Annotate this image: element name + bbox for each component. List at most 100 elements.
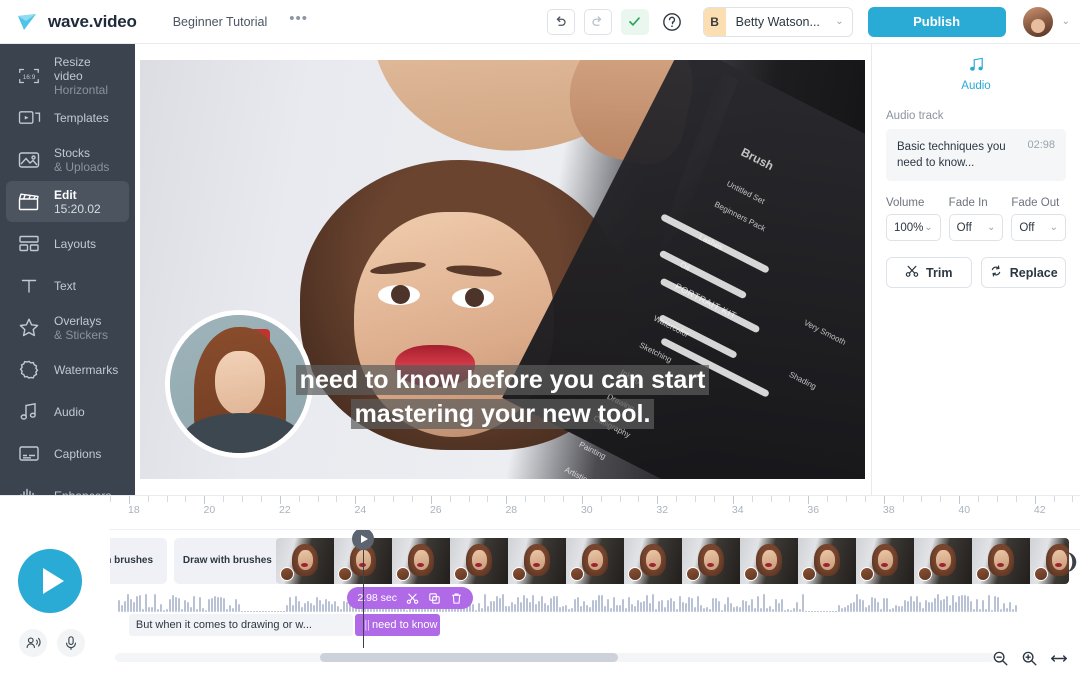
ruler-tick [487,496,488,502]
user-initial-badge: B [704,8,726,36]
redo-button[interactable] [584,9,612,35]
help-button[interactable] [658,9,686,35]
ruler-tick [318,496,319,502]
ruler-tick [525,496,526,502]
user-selector[interactable]: B Betty Watson... ⌄ [703,7,853,37]
publish-button[interactable]: Publish [868,7,1006,37]
sidebar-item-resize-video[interactable]: 16:9 Resize video Horizontal [6,55,129,96]
sidebar-label: Edit [54,188,101,202]
fit-width-icon[interactable] [1050,651,1068,666]
captions-icon [16,441,42,467]
ruler-tick [752,496,753,502]
ruler-tick-label: 40 [958,504,970,516]
chevron-down-icon: ⌄ [1050,222,1058,233]
account-avatar[interactable] [1023,7,1053,37]
timeline-ruler[interactable]: 18202224262830323436384042 [110,496,1080,530]
caption-clip[interactable]: But when it comes to drawing or w... [129,614,353,636]
sidebar-sublabel: & Stickers [54,328,108,342]
volume-select[interactable]: 100% ⌄ [886,214,941,241]
replace-audio-button[interactable]: Replace [981,257,1067,288]
text-clip[interactable]: aw with brushes [110,538,167,584]
ruler-tick-label: 26 [430,504,442,516]
sidebar-item-stocks-uploads[interactable]: Stocks & Uploads [6,139,129,180]
chevron-down-icon: ⌄ [924,222,932,233]
video-thumbnail-frame [624,538,682,584]
brand-name: wave.video [48,12,137,32]
ruler-tick [544,496,545,502]
video-thumbnail-frame [914,538,972,584]
sidebar-item-overlays-stickers[interactable]: Overlays & Stickers [6,307,129,348]
ruler-tick [1016,496,1017,502]
sidebar-sublabel: & Uploads [54,160,109,174]
clip-selection-toolbar[interactable]: 2.98 sec [347,587,473,609]
chevron-down-icon: ⌄ [835,16,843,27]
audio-track-card[interactable]: Basic techniques you need to know... 02:… [886,129,1066,181]
fade-out-select[interactable]: Off ⌄ [1011,214,1066,241]
caption-clip-selected[interactable]: ||need to know bef..|| [355,614,440,636]
ruler-tick [148,496,149,502]
ruler-tick [884,496,885,504]
ruler-tick [921,496,922,502]
music-note-icon [886,56,1066,78]
sidebar-sublabel: Horizontal [54,83,119,97]
saved-status-button[interactable] [621,9,649,35]
play-button[interactable] [18,549,82,613]
audio-waveform-track[interactable] [110,590,1080,612]
trim-audio-button[interactable]: Trim [886,257,972,288]
ruler-tick-label: 24 [354,504,366,516]
ruler-tick [185,496,186,502]
ruler-tick-label: 36 [807,504,819,516]
panel-tab-audio[interactable]: Audio [886,56,1066,92]
split-clip-button[interactable] [406,592,419,605]
ruler-tick [771,496,772,502]
panel-tab-label: Audio [886,80,1066,92]
fade-in-value: Off [957,222,972,234]
timeline-scrollbar[interactable] [115,653,995,662]
ruler-tick [280,496,281,504]
ruler-tick [204,496,205,504]
ruler-tick [808,496,809,504]
sidebar-item-audio[interactable]: Audio [6,391,129,432]
sidebar-item-edit[interactable]: Edit 15:20.02 [6,181,129,222]
duplicate-clip-button[interactable] [428,592,441,605]
account-chevron-down-icon[interactable]: ⌄ [1062,16,1070,27]
video-track-right-handle[interactable]: ❩ [1067,548,1076,576]
sidebar-item-watermarks[interactable]: Watermarks [6,349,129,390]
sidebar-item-captions[interactable]: Captions [6,433,129,474]
fade-in-select[interactable]: Off ⌄ [949,214,1004,241]
sidebar-item-templates[interactable]: Templates [6,97,129,138]
preview-caption-overlay[interactable]: need to know before you can start master… [140,363,865,431]
timeline-tracks: ❨ aw with brushesDraw with brushesDraw b… [110,530,1080,653]
ruler-tick [827,496,828,502]
left-sidebar: 16:9 Resize video Horizontal Templates [0,44,135,495]
zoom-out-icon[interactable] [992,650,1009,667]
ruler-tick [412,496,413,502]
ruler-tick-label: 38 [883,504,895,516]
svg-text:16:9: 16:9 [23,73,36,80]
ruler-tick [506,496,507,504]
audio-settings-row: Volume 100% ⌄ Fade In Off ⌄ Fade Out Off… [886,197,1066,241]
ruler-tick [167,496,168,502]
text-clip[interactable]: Draw with brushes [174,538,280,584]
playhead[interactable] [363,530,364,648]
sidebar-item-layouts[interactable]: Layouts [6,223,129,264]
sidebar-label: Templates [54,111,109,125]
timeline-scrollbar-thumb[interactable] [320,653,618,662]
ruler-tick [431,496,432,504]
project-title[interactable]: Beginner Tutorial [173,15,268,29]
delete-clip-button[interactable] [450,592,463,605]
text-t-icon [16,273,42,299]
brand-logo[interactable]: wave.video [16,10,137,34]
fade-out-field: Fade Out Off ⌄ [1011,197,1066,241]
project-more-menu-button[interactable]: ••• [289,14,308,30]
ruler-tick [129,496,130,504]
sidebar-item-text[interactable]: Text [6,265,129,306]
right-properties-panel: Audio Audio track Basic techniques you n… [871,44,1080,495]
zoom-in-icon[interactable] [1021,650,1038,667]
ruler-tick [355,496,356,504]
undo-button[interactable] [547,9,575,35]
video-clip-track[interactable] [276,538,1069,584]
ruler-tick [789,496,790,502]
ruler-tick-label: 32 [656,504,668,516]
video-preview[interactable]: Brush Untitled Set Beginners Pack Lashes… [140,60,865,479]
